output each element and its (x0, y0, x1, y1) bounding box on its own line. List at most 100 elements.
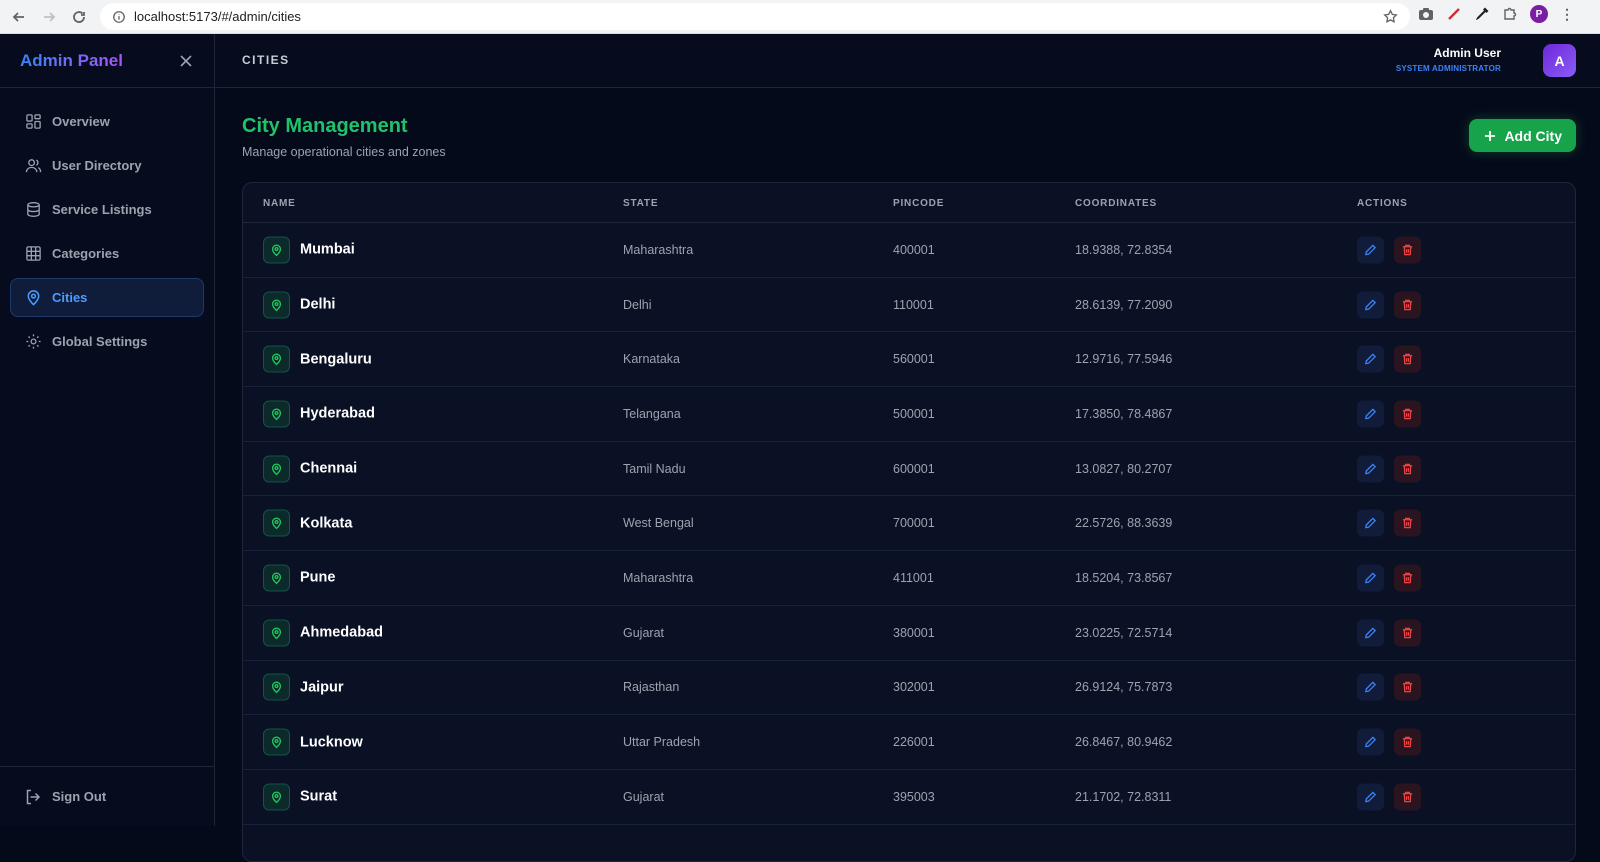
sidebar-item-categories[interactable]: Categories (10, 234, 204, 273)
state-cell: Tamil Nadu (623, 461, 686, 476)
state-cell: Telangana (623, 406, 681, 421)
pincode-cell: 226001 (893, 735, 935, 750)
city-name: Surat (300, 788, 338, 805)
edit-button[interactable] (1357, 673, 1384, 701)
actions-cell (1357, 509, 1421, 537)
table-row: Bengaluru Karnataka 560001 12.9716, 77.5946 (243, 332, 1575, 388)
actions-cell (1357, 783, 1421, 811)
map-pin-icon (271, 627, 282, 639)
grid-icon (26, 246, 41, 261)
delete-button[interactable] (1394, 345, 1421, 373)
puzzle-extensions-icon[interactable] (1502, 6, 1518, 22)
city-pin-badge (263, 619, 290, 647)
table-row: Ahmedabad Gujarat 380001 23.0225, 72.5714 (243, 606, 1575, 661)
coordinates-cell: 12.9716, 77.5946 (1075, 352, 1173, 367)
city-name: Delhi (300, 296, 336, 313)
pencil-icon (1365, 408, 1377, 420)
city-pin-badge (263, 673, 290, 701)
sign-out-button[interactable]: Sign Out (0, 766, 215, 826)
sidebar-item-overview[interactable]: Overview (10, 102, 204, 141)
address-bar[interactable]: localhost:5173/#/admin/cities (100, 3, 1410, 30)
column-header-actions: ACTIONS (1357, 198, 1408, 209)
city-pin-badge (263, 509, 290, 537)
edit-button[interactable] (1357, 783, 1384, 811)
eyedropper-icon[interactable] (1474, 6, 1490, 22)
pincode-cell: 380001 (893, 625, 935, 640)
trash-icon (1402, 572, 1413, 584)
edit-button[interactable] (1357, 400, 1384, 428)
trash-icon (1402, 517, 1413, 529)
edit-button[interactable] (1357, 564, 1384, 592)
edit-button[interactable] (1357, 236, 1384, 264)
city-name: Hyderabad (300, 405, 375, 422)
table-row: Hyderabad Telangana 500001 17.3850, 78.4867 (243, 387, 1575, 442)
sidebar-item-global-settings[interactable]: Global Settings (10, 322, 204, 361)
pencil-icon (1365, 298, 1377, 310)
delete-button[interactable] (1394, 400, 1421, 428)
edit-button[interactable] (1357, 291, 1384, 319)
sidebar-item-user-directory[interactable]: User Directory (10, 146, 204, 185)
plus-icon (1485, 130, 1496, 141)
reload-button[interactable] (64, 3, 94, 31)
delete-button[interactable] (1394, 455, 1421, 483)
actions-cell (1357, 236, 1421, 264)
camera-icon[interactable] (1418, 6, 1434, 22)
edit-button[interactable] (1357, 619, 1384, 647)
state-cell: Uttar Pradesh (623, 735, 701, 750)
city-name-cell: Mumbai (263, 236, 355, 264)
pen-extension-icon[interactable] (1446, 6, 1462, 22)
map-pin-icon (271, 517, 282, 530)
actions-cell (1357, 564, 1421, 592)
pencil-icon (1365, 736, 1377, 748)
trash-icon (1402, 791, 1413, 803)
city-name: Jaipur (300, 679, 344, 696)
delete-button[interactable] (1394, 619, 1421, 647)
close-icon[interactable] (178, 53, 194, 69)
city-pin-badge (263, 455, 290, 483)
column-header-state: STATE (623, 198, 659, 209)
avatar[interactable]: A (1543, 44, 1576, 77)
back-button[interactable] (4, 3, 34, 31)
bookmark-star-icon[interactable] (1383, 9, 1398, 24)
edit-button[interactable] (1357, 728, 1384, 756)
cities-table: NAME STATE PINCODE COORDINATES ACTIONS M… (242, 182, 1576, 862)
add-city-button[interactable]: Add City (1469, 119, 1576, 152)
delete-button[interactable] (1394, 236, 1421, 264)
sidebar-item-service-listings[interactable]: Service Listings (10, 190, 204, 229)
coordinates-cell: 28.6139, 77.2090 (1075, 297, 1173, 312)
city-pin-badge (263, 783, 290, 811)
sidebar-item-label: Cities (52, 290, 88, 305)
browser-menu-icon[interactable]: ⋮ (1560, 6, 1574, 23)
pincode-cell: 600001 (893, 461, 935, 476)
logout-icon (26, 789, 41, 804)
edit-button[interactable] (1357, 345, 1384, 373)
column-header-name: NAME (263, 198, 296, 209)
profile-avatar[interactable]: P (1530, 5, 1548, 23)
delete-button[interactable] (1394, 564, 1421, 592)
city-name-cell: Jaipur (263, 673, 344, 701)
sidebar-item-cities[interactable]: Cities (10, 278, 204, 317)
city-name: Pune (300, 569, 336, 586)
url-text: localhost:5173/#/admin/cities (134, 9, 301, 24)
edit-button[interactable] (1357, 509, 1384, 537)
sidebar-nav: Overview User Directory Service Listings… (0, 88, 214, 380)
map-pin-icon (271, 791, 282, 804)
sidebar-item-label: Categories (52, 246, 120, 261)
pincode-cell: 500001 (893, 406, 935, 421)
delete-button[interactable] (1394, 673, 1421, 701)
main-content: City Management Manage operational citie… (215, 88, 1600, 862)
trash-icon (1402, 408, 1413, 420)
edit-button[interactable] (1357, 455, 1384, 483)
forward-button[interactable] (34, 3, 64, 31)
delete-button[interactable] (1394, 783, 1421, 811)
delete-button[interactable] (1394, 509, 1421, 537)
table-row: Surat Gujarat 395003 21.1702, 72.8311 (243, 770, 1575, 825)
delete-button[interactable] (1394, 728, 1421, 756)
table-row: Jaipur Rajasthan 302001 26.9124, 75.7873 (243, 661, 1575, 716)
pencil-icon (1365, 463, 1377, 475)
city-name: Kolkata (300, 515, 353, 532)
trash-icon (1402, 244, 1413, 256)
pincode-cell: 700001 (893, 516, 935, 531)
delete-button[interactable] (1394, 291, 1421, 319)
add-city-label: Add City (1504, 127, 1562, 144)
